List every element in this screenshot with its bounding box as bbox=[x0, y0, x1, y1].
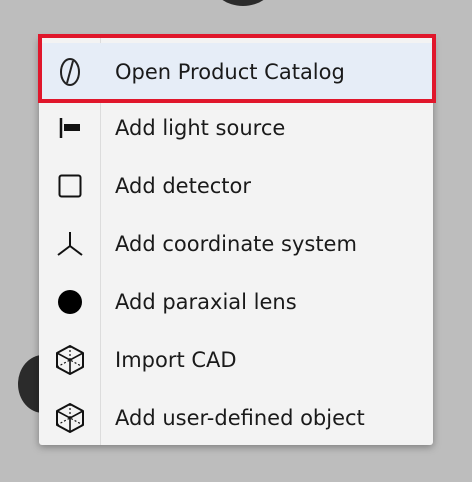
menu-item-add-user-defined-object[interactable]: Add user-defined object bbox=[39, 389, 433, 447]
coordinate-system-icon bbox=[39, 215, 101, 273]
user-object-cube-icon bbox=[39, 389, 101, 447]
menu-item-label: Add paraxial lens bbox=[115, 290, 297, 314]
lens-catalog-icon bbox=[39, 43, 101, 101]
menu-item-import-cad[interactable]: Import CAD bbox=[39, 331, 433, 389]
background-object-top bbox=[212, 0, 274, 6]
light-source-icon bbox=[39, 99, 101, 157]
cad-cube-icon bbox=[39, 331, 101, 389]
menu-item-add-detector[interactable]: Add detector bbox=[39, 157, 433, 215]
menu-item-add-coordinate-system[interactable]: Add coordinate system bbox=[39, 215, 433, 273]
context-menu: Open Product Catalog Add light source Ad… bbox=[39, 37, 433, 445]
paraxial-lens-icon bbox=[39, 273, 101, 331]
menu-item-label: Add light source bbox=[115, 116, 286, 140]
menu-item-label: Open Product Catalog bbox=[115, 60, 345, 84]
menu-item-add-paraxial-lens[interactable]: Add paraxial lens bbox=[39, 273, 433, 331]
menu-item-label: Add detector bbox=[115, 174, 251, 198]
menu-item-label: Import CAD bbox=[115, 348, 237, 372]
menu-item-add-light-source[interactable]: Add light source bbox=[39, 99, 433, 157]
menu-item-open-product-catalog[interactable]: Open Product Catalog bbox=[39, 43, 433, 101]
menu-item-label: Add user-defined object bbox=[115, 406, 365, 430]
detector-icon bbox=[39, 157, 101, 215]
menu-item-label: Add coordinate system bbox=[115, 232, 357, 256]
canvas-background: Open Product Catalog Add light source Ad… bbox=[0, 0, 472, 482]
